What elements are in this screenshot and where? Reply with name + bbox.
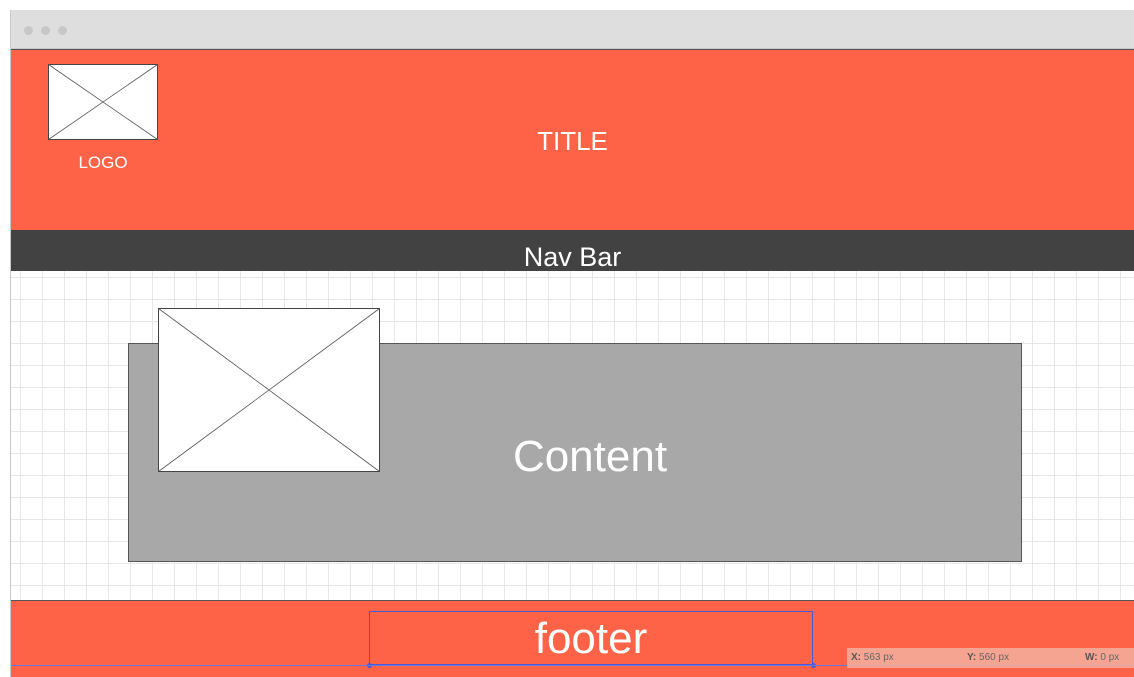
y-readout: Y: 560 px — [967, 652, 1010, 663]
page-title: TITLE — [537, 126, 608, 156]
footer-label: footer — [534, 614, 648, 663]
nav-bar[interactable]: Nav Bar — [11, 230, 1134, 271]
maximize-window-button[interactable] — [58, 26, 67, 35]
content-image-placeholder-icon[interactable] — [158, 308, 380, 472]
close-window-button[interactable] — [24, 26, 33, 35]
footer-text-selection[interactable]: footer — [369, 611, 813, 666]
w-readout: W: 0 px — [1085, 652, 1120, 663]
browser-window: LOGO TITLE Nav Bar Content footer X: 563… — [10, 10, 1134, 677]
minimize-window-button[interactable] — [41, 26, 50, 35]
window-titlebar — [11, 10, 1134, 49]
x-readout: X: 563 px — [851, 652, 894, 663]
position-readout: X: 563 px Y: 560 px W: 0 px — [847, 648, 1134, 668]
header: LOGO TITLE — [11, 49, 1134, 230]
